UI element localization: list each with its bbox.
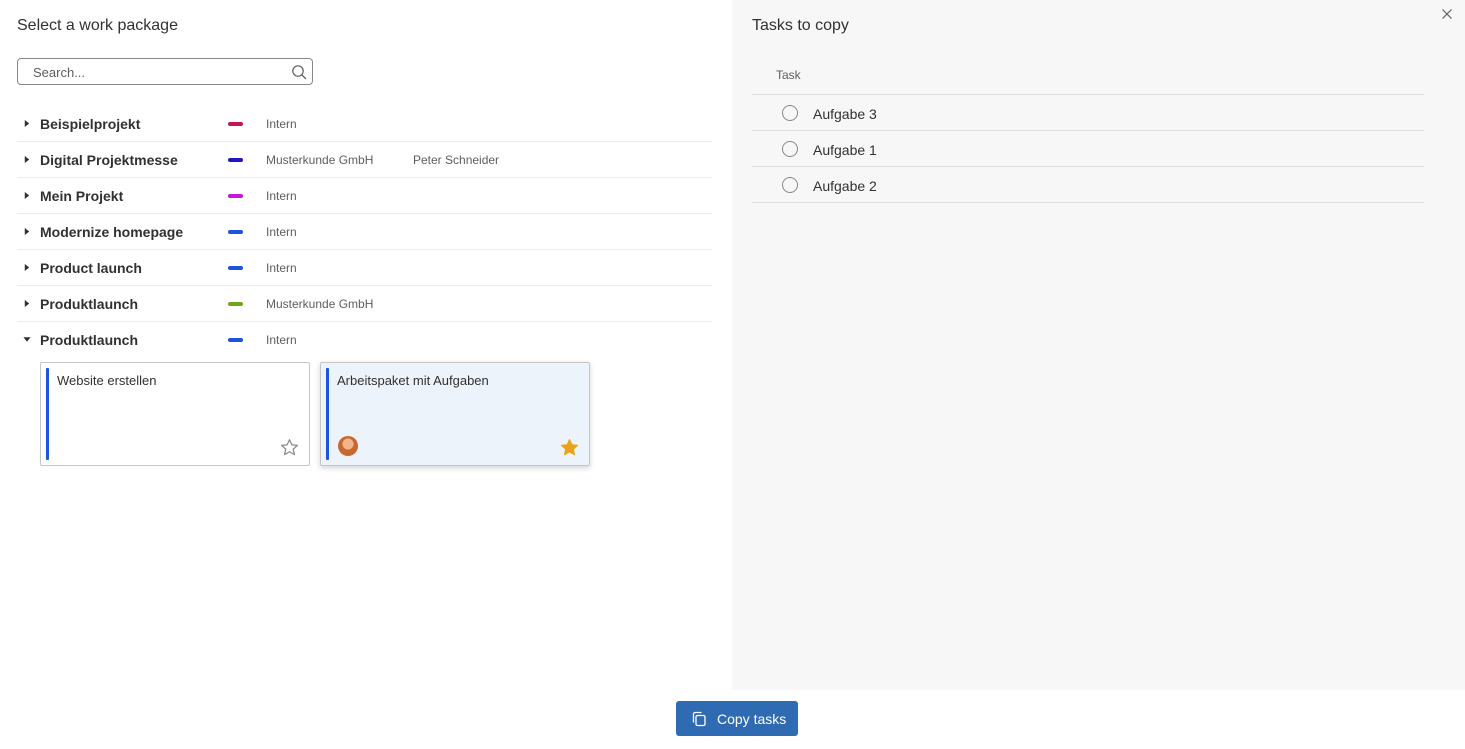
project-color-indicator: [228, 230, 243, 234]
project-color-indicator: [228, 194, 243, 198]
caret-right-icon[interactable]: [23, 299, 31, 308]
project-owner: Peter Schneider: [413, 153, 500, 167]
copy-tasks-label: Copy tasks: [717, 711, 787, 727]
project-name: Produktlaunch: [40, 296, 139, 312]
work-package-card[interactable]: Website erstellen: [40, 362, 310, 466]
project-row[interactable]: Modernize homepage Intern: [17, 214, 712, 250]
project-name: Mein Projekt: [40, 188, 124, 204]
panel-title: Select a work package: [17, 17, 178, 34]
task-row[interactable]: Aufgabe 2: [752, 167, 1424, 203]
search-box[interactable]: [17, 58, 313, 86]
task-label: Aufgabe 2: [813, 178, 877, 194]
task-label: Aufgabe 1: [813, 142, 877, 158]
project-row[interactable]: Digital Projektmesse Musterkunde GmbH Pete…: [17, 142, 712, 178]
project-row[interactable]: Produktlaunch Musterkunde GmbH: [17, 286, 712, 322]
task-list: Aufgabe 3 Aufgabe 1 Aufgabe 2: [752, 94, 1424, 203]
card-accent-bar: [326, 368, 329, 460]
star-filled-icon[interactable]: [560, 438, 579, 457]
caret-right-icon[interactable]: [23, 263, 31, 272]
search-icon[interactable]: [291, 64, 307, 80]
task-row[interactable]: Aufgabe 1: [752, 131, 1424, 167]
tasks-panel: Tasks to copy Task Aufgabe 3 Aufgabe 1 Auf…: [732, 0, 1465, 690]
project-color-indicator: [228, 158, 243, 162]
project-name: Beispielprojekt: [40, 116, 141, 132]
caret-right-icon[interactable]: [23, 227, 31, 236]
card-title: Arbeitspaket mit Aufgaben: [337, 373, 489, 388]
project-color-indicator: [228, 266, 243, 270]
work-package-selector: Select a work package Beispielprojekt Int…: [0, 0, 732, 690]
search-input[interactable]: [31, 59, 285, 86]
task-label: Aufgabe 3: [813, 106, 877, 122]
project-name: Digital Projektmesse: [40, 152, 178, 168]
project-name: Product launch: [40, 260, 142, 276]
project-row[interactable]: Mein Projekt Intern: [17, 178, 712, 214]
task-radio[interactable]: [782, 177, 798, 193]
column-header-task: Task: [776, 68, 801, 82]
project-name: Modernize homepage: [40, 224, 184, 240]
project-client: Intern: [266, 261, 297, 275]
project-row[interactable]: Beispielprojekt Intern: [17, 106, 712, 142]
dialog: Select a work package Beispielprojekt Int…: [0, 0, 1465, 749]
caret-right-icon[interactable]: [23, 191, 31, 200]
project-row[interactable]: Product launch Intern: [17, 250, 712, 286]
project-color-indicator: [228, 338, 243, 342]
project-client: Intern: [266, 333, 297, 347]
card-accent-bar: [46, 368, 49, 460]
project-client: Musterkunde GmbH: [266, 297, 374, 311]
project-row[interactable]: Produktlaunch Intern: [17, 322, 712, 357]
project-client: Intern: [266, 189, 297, 203]
project-client: Intern: [266, 225, 297, 239]
project-name: Produktlaunch: [40, 332, 139, 348]
task-row[interactable]: Aufgabe 3: [752, 95, 1424, 131]
project-client: Musterkunde GmbH: [266, 153, 374, 167]
caret-right-icon[interactable]: [23, 119, 31, 128]
avatar: [338, 436, 358, 456]
close-icon[interactable]: [1441, 8, 1453, 20]
caret-right-icon[interactable]: [23, 155, 31, 164]
project-color-indicator: [228, 122, 243, 126]
work-package-card[interactable]: Arbeitspaket mit Aufgaben: [320, 362, 590, 466]
task-radio[interactable]: [782, 105, 798, 121]
copy-icon: [692, 711, 706, 727]
card-title: Website erstellen: [57, 373, 157, 388]
caret-down-icon[interactable]: [23, 335, 31, 344]
task-radio[interactable]: [782, 141, 798, 157]
project-color-indicator: [228, 302, 243, 306]
star-icon[interactable]: [280, 438, 299, 457]
copy-tasks-button[interactable]: Copy tasks: [676, 701, 798, 736]
project-client: Intern: [266, 117, 297, 131]
panel-title: Tasks to copy: [752, 17, 849, 34]
project-list: Beispielprojekt Intern Digital Projektmess…: [17, 106, 712, 357]
